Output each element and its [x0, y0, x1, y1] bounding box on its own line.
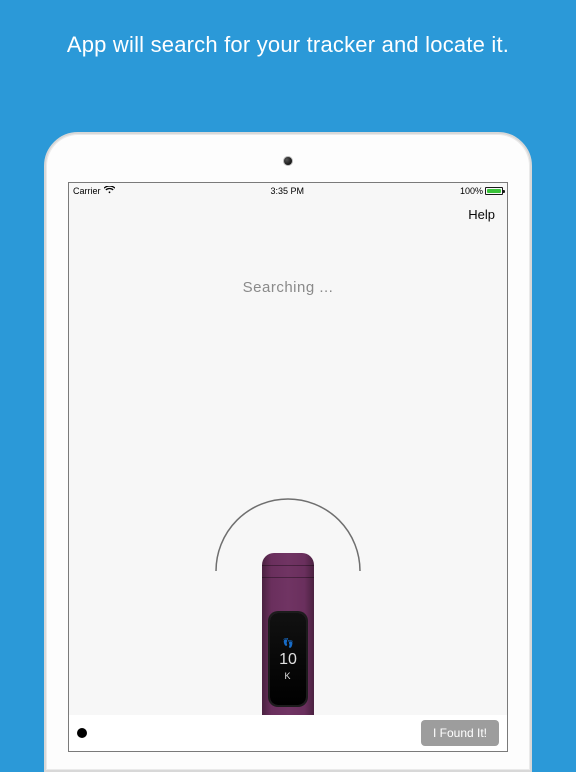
nav-bar: Help [69, 199, 507, 229]
bottom-bar: I Found It! [69, 715, 507, 751]
status-bar: Carrier 3:35 PM 100% [69, 183, 507, 199]
battery-percent: 100% [460, 186, 483, 196]
carrier-label: Carrier [73, 186, 101, 196]
promo-headline: App will search for your tracker and loc… [0, 0, 576, 58]
wifi-icon [104, 186, 115, 196]
page-dot-indicator [77, 728, 87, 738]
found-it-button[interactable]: I Found It! [421, 720, 499, 746]
app-screen: Carrier 3:35 PM 100% Help Searching ... [68, 182, 508, 752]
battery-icon [485, 187, 503, 195]
tablet-camera-icon [283, 156, 293, 166]
help-button[interactable]: Help [468, 207, 495, 222]
statusbar-time: 3:35 PM [270, 186, 304, 196]
battery-indicator: 100% [460, 186, 503, 196]
tablet-frame: Carrier 3:35 PM 100% Help Searching ... [44, 132, 532, 772]
searching-label: Searching ... [69, 279, 507, 296]
tracker-screen: 👣 10 K [270, 613, 306, 705]
tracker-unit: K [284, 671, 291, 681]
footsteps-icon: 👣 [283, 638, 293, 649]
tracker-value: 10 [279, 652, 297, 668]
